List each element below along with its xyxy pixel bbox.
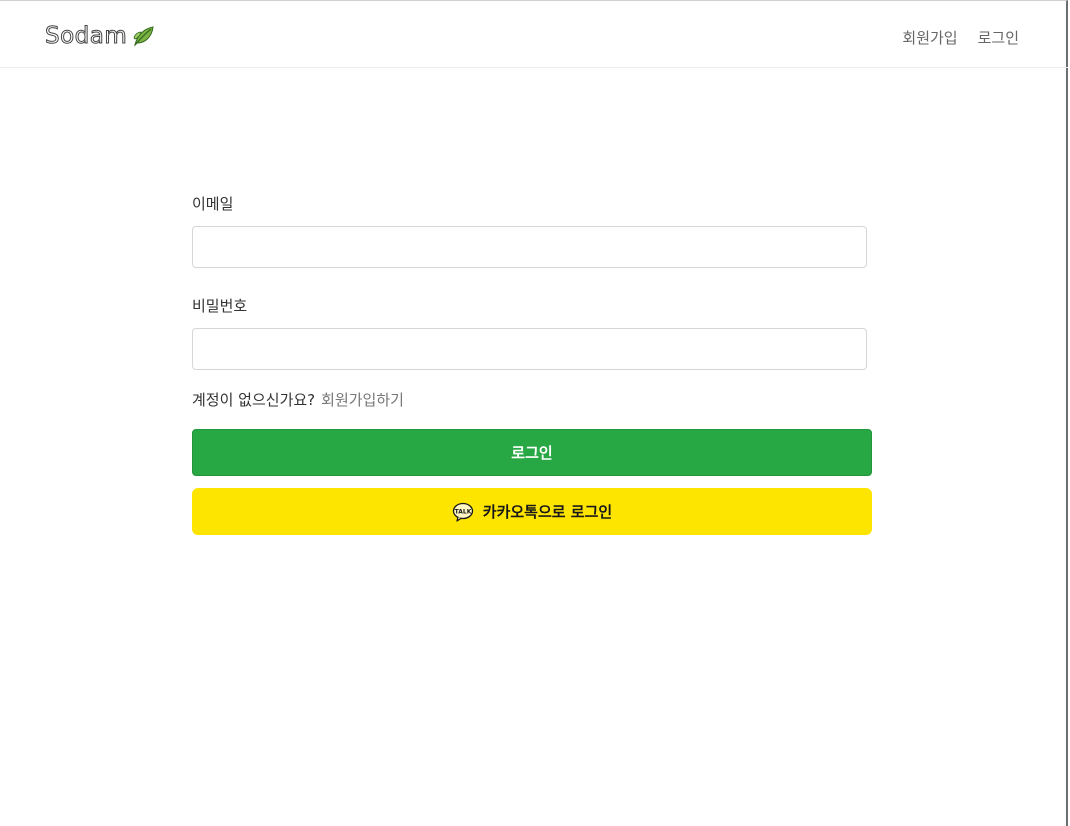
navbar: Sodam 회원가입 로그인 — [0, 7, 1068, 68]
nav-links: 회원가입 로그인 — [902, 27, 1019, 48]
brand-logo-link[interactable]: Sodam — [44, 23, 155, 50]
password-field-group: 비밀번호 — [192, 296, 872, 370]
password-label: 비밀번호 — [192, 297, 248, 315]
email-field-group: 이메일 — [192, 194, 872, 268]
signup-prompt: 계정이 없으신가요? 회원가입하기 — [192, 389, 872, 411]
svg-text:TALK: TALK — [454, 508, 471, 515]
password-input[interactable] — [192, 328, 867, 370]
login-button[interactable]: 로그인 — [192, 429, 872, 476]
signup-link[interactable]: 회원가입하기 — [321, 391, 404, 409]
nav-link-login[interactable]: 로그인 — [978, 27, 1019, 48]
browser-viewport: Sodam 회원가입 로그인 이메일 비밀번호 계정이 없으신가요? 회원가입하기 — [0, 0, 1068, 826]
nav-link-signup[interactable]: 회원가입 — [902, 27, 957, 48]
login-button-label: 로그인 — [511, 444, 553, 462]
brand-name: Sodam — [44, 23, 128, 50]
kakao-login-button-label: 카카오톡으로 로그인 — [482, 503, 613, 521]
login-form: 이메일 비밀번호 계정이 없으신가요? 회원가입하기 로그인 TALK 카카오톡으… — [192, 194, 872, 535]
leaf-icon — [131, 24, 155, 48]
kakao-login-button[interactable]: TALK 카카오톡으로 로그인 — [192, 488, 872, 535]
kakao-talk-icon: TALK — [452, 502, 474, 522]
email-input[interactable] — [192, 226, 867, 268]
email-label: 이메일 — [192, 195, 234, 213]
signup-question: 계정이 없으신가요? — [192, 391, 316, 409]
